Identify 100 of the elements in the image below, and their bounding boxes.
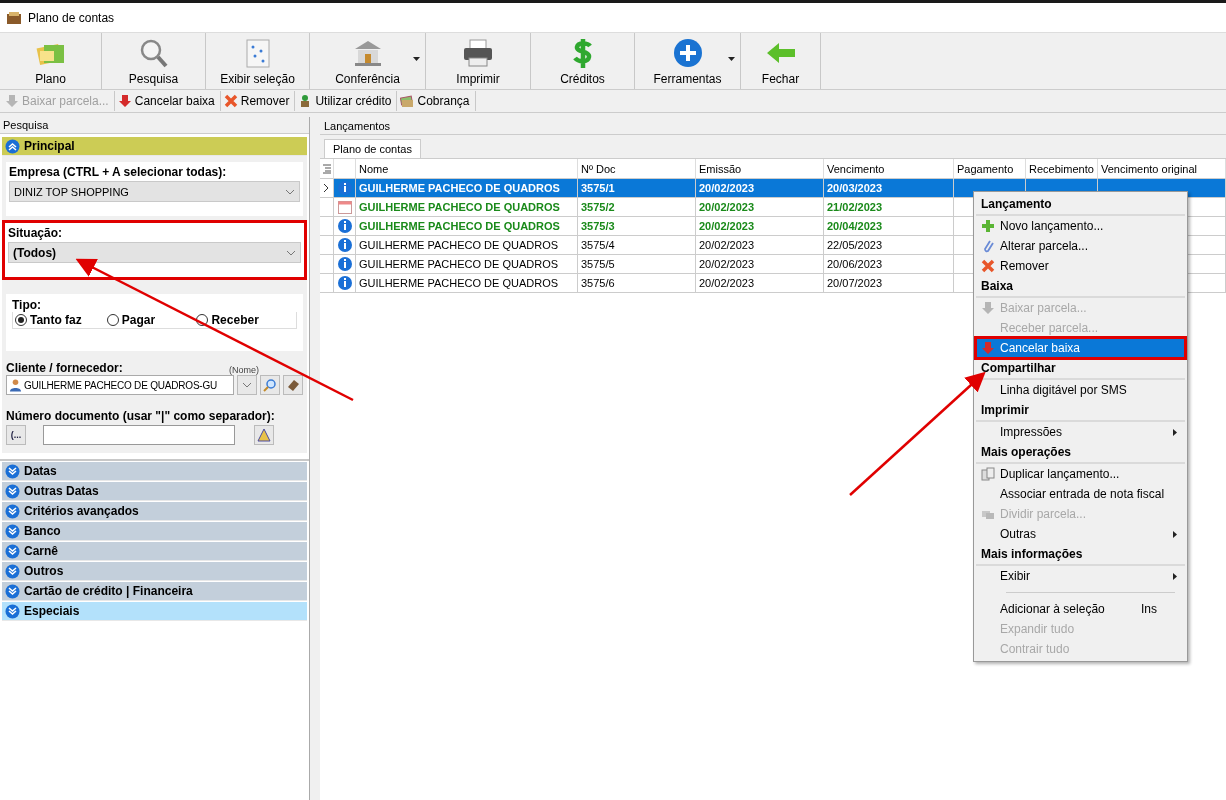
- client-value: GUILHERME PACHECO DE QUADROS-GU: [24, 379, 218, 391]
- toolbar-button[interactable]: Créditos: [531, 33, 635, 89]
- triangle-icon: [257, 428, 271, 442]
- toolbar-button[interactable]: Imprimir: [426, 33, 531, 89]
- table-cell: 20/02/2023: [696, 179, 824, 198]
- toolbar-button[interactable]: Exibir seleção: [206, 33, 310, 89]
- table-cell: 21/02/2023: [824, 198, 954, 217]
- toolbar-button[interactable]: Plano: [0, 33, 102, 89]
- remove-icon: [981, 259, 995, 273]
- table-cell: 20/02/2023: [696, 198, 824, 217]
- filter-group-header[interactable]: Critérios avançados: [2, 502, 307, 521]
- caret-icon[interactable]: [413, 57, 420, 61]
- filter-group-header[interactable]: Datas: [2, 462, 307, 481]
- expand-icon[interactable]: [5, 503, 20, 519]
- copy-icon: [981, 467, 995, 481]
- menu-item[interactable]: Alterar parcela...: [976, 236, 1185, 256]
- pick-button[interactable]: [254, 425, 274, 445]
- field-label: Tipo:: [12, 298, 43, 312]
- table-cell: GUILHERME PACHECO DE QUADROS: [356, 217, 578, 236]
- action-button[interactable]: Cobrança: [397, 91, 476, 111]
- menu-item[interactable]: Duplicar lançamento...: [976, 464, 1185, 484]
- table-cell: 20/06/2023: [824, 255, 954, 274]
- expand-icon[interactable]: [5, 543, 20, 559]
- menu-item[interactable]: Associar entrada de nota fiscal: [976, 484, 1185, 504]
- printer-icon: [461, 37, 495, 69]
- toolbar-button[interactable]: Fechar: [741, 33, 821, 89]
- client-field[interactable]: GUILHERME PACHECO DE QUADROS-GU: [6, 375, 234, 395]
- table-cell: 3575/4: [578, 236, 696, 255]
- filter-group-header[interactable]: Outros: [2, 562, 307, 581]
- expand-icon[interactable]: [5, 523, 20, 539]
- panel-title: Lançamentos: [324, 119, 391, 132]
- panel-title: Pesquisa: [3, 119, 49, 131]
- filter-group-header[interactable]: Especiais: [2, 602, 307, 621]
- table-cell: 20/07/2023: [824, 274, 954, 293]
- table-cell: GUILHERME PACHECO DE QUADROS: [356, 179, 578, 198]
- expand-icon[interactable]: [5, 603, 20, 619]
- caret-icon[interactable]: [728, 57, 735, 61]
- action-button[interactable]: Utilizar crédito: [295, 91, 398, 111]
- menu-item[interactable]: Remover: [976, 256, 1185, 276]
- menu-item[interactable]: Cancelar baixa: [976, 338, 1185, 358]
- down-arrow-icon: [117, 94, 132, 108]
- collapse-icon[interactable]: [5, 138, 20, 154]
- toolbar-button[interactable]: Conferência: [310, 33, 426, 89]
- plus-icon: [981, 219, 995, 233]
- eraser-icon: [286, 378, 300, 392]
- section-header[interactable]: Principal: [2, 137, 307, 156]
- expand-icon[interactable]: [5, 583, 20, 599]
- search-button[interactable]: [260, 375, 280, 395]
- field-label: Cliente / fornecedor:: [6, 361, 123, 375]
- menu-item[interactable]: Novo lançamento...: [976, 216, 1185, 236]
- menu-item[interactable]: Adicionar à seleção Ins: [976, 599, 1185, 619]
- table-cell: 3575/1: [578, 179, 696, 198]
- table-cell: 22/05/2023: [824, 236, 954, 255]
- filter-group-header[interactable]: Banco: [2, 522, 307, 541]
- menu-section-header: Compartilhar: [976, 358, 1185, 380]
- filter-group-header[interactable]: Outras Datas: [2, 482, 307, 501]
- eraser-button[interactable]: [283, 375, 303, 395]
- menu-section-header: Imprimir: [976, 400, 1185, 422]
- table-cell: GUILHERME PACHECO DE QUADROS: [356, 274, 578, 293]
- down-arrow-icon: [981, 301, 995, 315]
- action-button[interactable]: Remover: [220, 91, 296, 111]
- filter-group-header[interactable]: Cartão de crédito | Financeira: [2, 582, 307, 601]
- down-arrow-icon: [5, 94, 19, 108]
- table-cell: 20/02/2023: [696, 255, 824, 274]
- expand-icon[interactable]: [5, 463, 20, 479]
- menu-section-header: Baixa: [976, 276, 1185, 298]
- table-cell: GUILHERME PACHECO DE QUADROS: [356, 236, 578, 255]
- expand-icon[interactable]: [5, 483, 20, 499]
- window-title: Plano de contas: [28, 10, 115, 25]
- table-cell: 20/02/2023: [696, 236, 824, 255]
- row-indicator-icon: [323, 184, 329, 192]
- action-button[interactable]: Cancelar baixa: [114, 91, 221, 111]
- menu-item[interactable]: Impressões: [976, 422, 1185, 442]
- person-icon: [9, 378, 22, 392]
- down-arrow-icon: [981, 341, 995, 355]
- radio-option[interactable]: Receber: [196, 313, 294, 327]
- toolbar-button[interactable]: Ferramentas: [635, 33, 741, 89]
- field-label: Empresa (CTRL + A selecionar todas):: [9, 165, 228, 179]
- radio-option[interactable]: Pagar: [106, 313, 197, 327]
- table-cell: 3575/2: [578, 198, 696, 217]
- menu-item[interactable]: Outras: [976, 524, 1185, 544]
- radio-option[interactable]: Tanto faz: [15, 313, 107, 327]
- document-number-field[interactable]: [43, 425, 235, 445]
- menu-section-header: Mais operações: [976, 442, 1185, 464]
- menu-item[interactable]: Linha digitável por SMS: [976, 380, 1185, 400]
- filter-group-header[interactable]: Carnê: [2, 542, 307, 561]
- bills-icon: [400, 94, 415, 108]
- status-dropdown[interactable]: (Todos): [8, 242, 301, 263]
- options-button[interactable]: (...: [6, 425, 26, 445]
- table-cell: 20/04/2023: [824, 217, 954, 236]
- expand-icon[interactable]: [5, 563, 20, 579]
- table-cell: 3575/5: [578, 255, 696, 274]
- menu-section-header: Lançamento: [976, 194, 1185, 216]
- company-dropdown[interactable]: DINIZ TOP SHOPPING: [9, 181, 300, 202]
- table-cell: 20/02/2023: [696, 274, 824, 293]
- table-cell: GUILHERME PACHECO DE QUADROS: [356, 198, 578, 217]
- toolbar-button[interactable]: Pesquisa: [102, 33, 206, 89]
- tab[interactable]: Plano de contas: [324, 139, 421, 158]
- field-label: Situação:: [8, 226, 63, 240]
- menu-item[interactable]: Exibir: [976, 566, 1185, 586]
